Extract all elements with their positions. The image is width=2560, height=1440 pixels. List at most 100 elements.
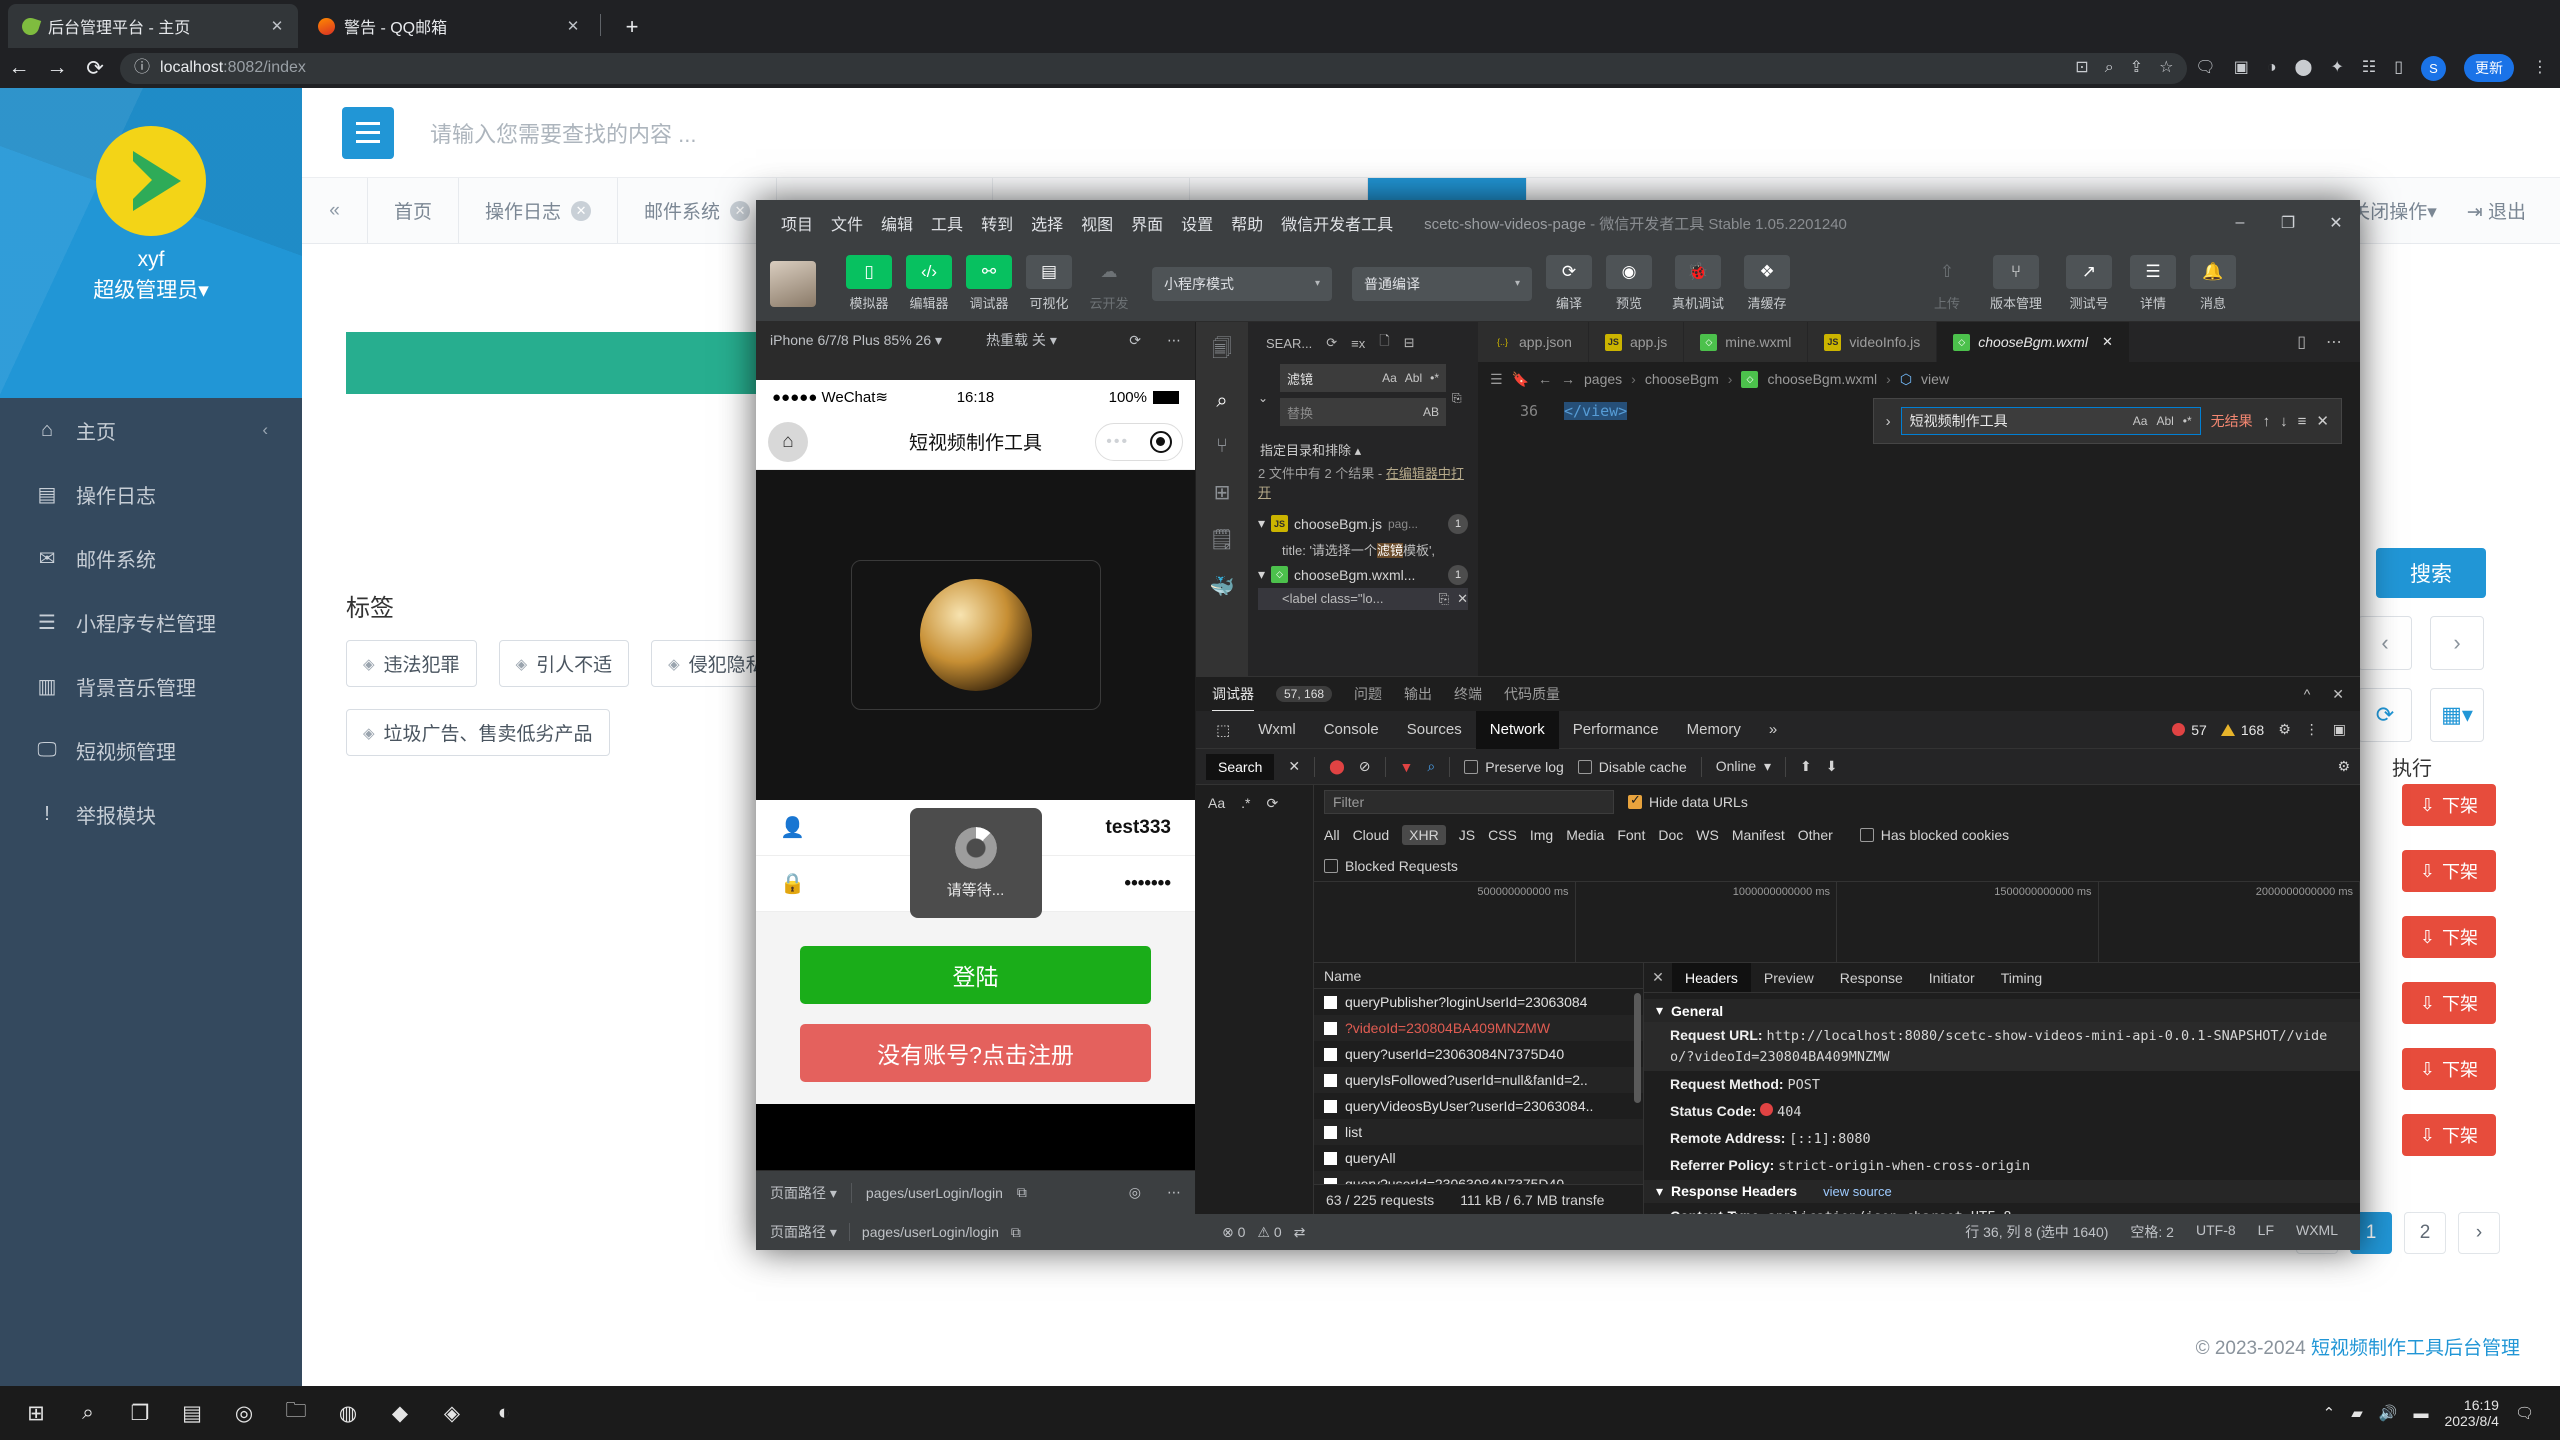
menu-item-goto[interactable]: 转到 [972, 211, 1022, 235]
compile-select[interactable]: 普通编译 ▾ [1352, 266, 1532, 301]
menu-item-edit[interactable]: 编辑 [872, 211, 922, 235]
files-icon[interactable]: 🗐 [1212, 334, 1232, 368]
refresh-icon[interactable]: ⟳ [2358, 688, 2412, 742]
volume-icon[interactable]: 🔊 [2379, 1404, 2398, 1422]
gear-icon[interactable]: ⚙ [2278, 721, 2291, 738]
address-bar[interactable]: ⓘ localhost:8082/index ⊡ ⌕ ⇪ ☆ [120, 52, 2188, 84]
sidebar-item-report[interactable]: ! 举报模块 [0, 782, 302, 846]
tag-item[interactable]: ◈ 垃圾广告、售卖低劣产品 [346, 709, 610, 756]
toolbar-upload[interactable]: ⇧ 上传 [1920, 255, 1974, 312]
view-source-link[interactable]: view source [1823, 1184, 1892, 1199]
error-count[interactable]: 57 [2172, 722, 2207, 738]
more-icon[interactable]: ⋯ [1167, 1184, 1181, 1201]
search-icon[interactable]: ⌕ [62, 1386, 114, 1440]
wechat-icon[interactable]: ◍ [322, 1386, 374, 1440]
menu-item-devtools[interactable]: 微信开发者工具 [1272, 211, 1402, 235]
export-har-icon[interactable]: ⬇ [1826, 758, 1838, 775]
back-icon[interactable]: ← [1538, 371, 1552, 387]
login-button[interactable]: 登陆 [800, 946, 1151, 1004]
admin-tab-mail[interactable]: 邮件系统 ✕ [618, 178, 778, 243]
sidebar-item-miniapp-columns[interactable]: ☰ 小程序专栏管理 [0, 590, 302, 654]
search-result-line[interactable]: title: '请选择一个滤镜模板', [1258, 537, 1468, 562]
find-input[interactable]: 短视频制作工具 Aa Abl •* [1900, 407, 2201, 435]
type-css[interactable]: CSS [1488, 827, 1517, 843]
search-result-file[interactable]: ▾ ◇ chooseBgm.wxml... 1 [1258, 562, 1468, 588]
site-info-icon[interactable]: ⓘ [134, 60, 150, 76]
toolbar-details[interactable]: ☰ 详情 [2126, 255, 2180, 312]
avatar[interactable] [770, 260, 816, 307]
pagination-next[interactable]: › [2458, 1212, 2500, 1254]
whole-word-icon[interactable]: Abl [2156, 414, 2173, 428]
panel-tab-debugger[interactable]: 调试器 [1212, 677, 1254, 711]
type-cloud[interactable]: Cloud [1353, 827, 1390, 843]
response-headers-section-title[interactable]: ▾ Response Headers view source [1644, 1179, 2360, 1203]
bookmark-icon[interactable]: 🔖 [1512, 371, 1529, 388]
type-manifest[interactable]: Manifest [1732, 827, 1785, 843]
close-icon[interactable]: ✕ [266, 15, 288, 37]
devtools-tab-network[interactable]: Network [1475, 710, 1559, 749]
back-icon[interactable]: ← [0, 49, 38, 87]
copy-icon[interactable]: ⧉ [1011, 1224, 1021, 1241]
throttle-select[interactable]: Online ▾ [1716, 758, 1771, 775]
devtools-titlebar[interactable]: 项目 文件 编辑 工具 转到 选择 视图 界面 设置 帮助 微信开发者工具 sc… [756, 200, 2360, 246]
detail-tab-timing[interactable]: Timing [1988, 963, 2056, 992]
toolbar-editor[interactable]: ‹/› 编辑器 [902, 255, 956, 312]
widgets-icon[interactable]: ▤ [166, 1386, 218, 1440]
blocked-requests-checkbox[interactable]: Blocked Requests [1314, 851, 2360, 881]
match-case-icon[interactable]: Aa [2133, 414, 2148, 428]
copy-icon[interactable]: ⧉ [1017, 1184, 1027, 1201]
indent-setting[interactable]: 空格: 2 [2130, 1222, 2174, 1242]
start-icon[interactable]: ⊞ [10, 1386, 62, 1440]
chrome-icon[interactable]: ◎ [218, 1386, 270, 1440]
toolbar-preview[interactable]: ◉ 预览 [1602, 255, 1656, 312]
replace-input[interactable]: 替换 AB [1280, 398, 1446, 426]
panel-tab-quality[interactable]: 代码质量 [1504, 684, 1560, 704]
star-icon[interactable]: ☆ [2159, 60, 2173, 76]
outline-icon[interactable]: ☰ [1490, 371, 1503, 388]
takedown-button[interactable]: ⇩ 下架 [2401, 982, 2496, 1024]
find-previous-icon[interactable]: ↑ [2263, 413, 2271, 430]
remote-debug-icon[interactable]: ⇄ [1294, 1224, 1306, 1241]
admin-tab-home[interactable]: 首页 [368, 178, 460, 243]
devtools-tab-sources[interactable]: Sources [1393, 711, 1476, 749]
close-icon[interactable]: ✕ [571, 200, 592, 221]
panel-icon[interactable]: ▯ [2394, 60, 2403, 76]
whole-word-icon[interactable]: Abl [1405, 371, 1422, 385]
devtools-tab-more[interactable]: » [1755, 711, 1791, 749]
tag-item[interactable]: ◈ 违法犯罪 [346, 640, 477, 687]
menu-item-tools[interactable]: 工具 [922, 211, 972, 235]
extensions-icon[interactable]: ⊞ [1214, 480, 1231, 505]
puzzle-icon[interactable]: ✦ [2330, 60, 2343, 76]
request-row[interactable]: ?videoId=230804BA409MNZMW [1314, 1015, 1643, 1041]
idea-icon[interactable]: ◈ [426, 1386, 478, 1440]
camera-icon[interactable]: ▣ [2234, 60, 2249, 76]
shield-icon[interactable]: ⬤ [2295, 60, 2313, 76]
devtools-tab-performance[interactable]: Performance [1559, 711, 1673, 749]
sidebar-item-home[interactable]: ⌂ 主页 ‹ [0, 398, 302, 462]
find-in-selection-icon[interactable]: ≡ [2298, 413, 2307, 430]
regex-icon[interactable]: •* [2183, 414, 2192, 428]
search-button[interactable]: 搜索 [2376, 548, 2486, 598]
devtools-tab-console[interactable]: Console [1310, 711, 1393, 749]
editor-tab-app-json[interactable]: {..} app.json [1478, 322, 1589, 362]
toolbar-testid[interactable]: ↗ 测试号 [2058, 255, 2120, 312]
page-path-label[interactable]: 页面路径 ▾ [770, 1183, 837, 1203]
filter-input[interactable]: Filter [1324, 790, 1614, 814]
logout-button[interactable]: ⇥ 退出 [2467, 197, 2526, 224]
disable-cache-checkbox[interactable]: Disable cache [1577, 759, 1687, 775]
grid-icon[interactable]: ◑ [2267, 60, 2277, 76]
close-icon[interactable]: ✕ [1288, 758, 1300, 775]
code-editor[interactable]: 36 </view> › 短视频制作工具 Aa Abl •* 无结果 ↑ ↓ ≡… [1478, 396, 2360, 676]
column-settings-icon[interactable]: ▦ ▾ [2430, 688, 2484, 742]
close-icon[interactable]: ✕ [730, 200, 751, 221]
type-js[interactable]: JS [1459, 827, 1475, 843]
search-result-file[interactable]: ▾ JS chooseBgm.js pag... 1 [1258, 511, 1468, 537]
inspect-icon[interactable]: ⬚ [1202, 711, 1244, 749]
kebab-icon[interactable]: ⋮ [2305, 721, 2319, 738]
has-blocked-cookies-checkbox[interactable]: Has blocked cookies [1859, 827, 2009, 843]
replace-all-icon[interactable]: ⎘ [1452, 364, 1468, 432]
type-all[interactable]: All [1324, 827, 1340, 843]
general-section-title[interactable]: ▾ General [1644, 999, 2360, 1022]
filter-icon[interactable]: ▼ [1400, 759, 1414, 775]
type-media[interactable]: Media [1566, 827, 1604, 843]
